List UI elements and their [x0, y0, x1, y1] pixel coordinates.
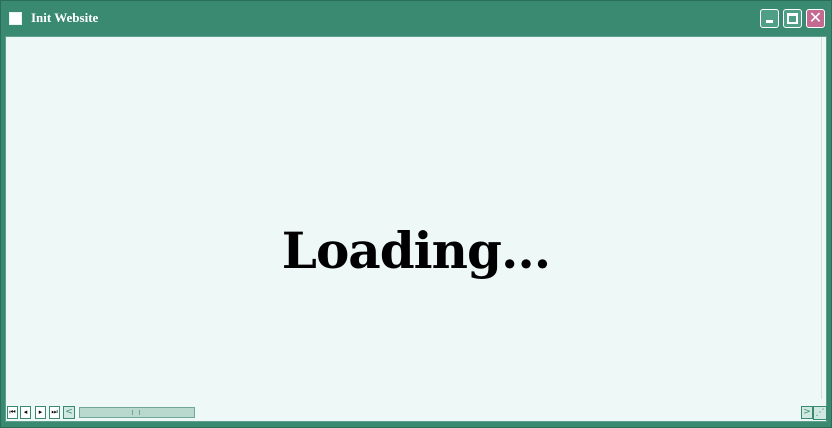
title-bar[interactable]: Init Website ✕ [1, 1, 831, 34]
horizontal-scroll-thumb[interactable] [79, 407, 195, 418]
navigation-bar: ⏮ ◂ ▸ ⏭ < > ⋰ [5, 404, 827, 422]
loading-message: Loading... [281, 221, 551, 280]
previous-record-button[interactable]: ◂ [20, 406, 31, 419]
vertical-scrollbar[interactable] [821, 37, 826, 399]
resize-grip-icon[interactable]: ⋰ [813, 406, 827, 420]
horizontal-scrollbar[interactable] [75, 406, 805, 419]
scroll-right-button[interactable]: > [801, 406, 813, 419]
app-window: Init Website ✕ Loading... ⏮ ◂ ▸ ⏭ < > ⋰ [0, 0, 832, 428]
next-record-button[interactable]: ▸ [35, 406, 46, 419]
last-record-button[interactable]: ⏭ [49, 406, 60, 419]
first-record-button[interactable]: ⏮ [7, 406, 18, 419]
minimize-icon [766, 20, 773, 23]
close-button[interactable]: ✕ [806, 8, 825, 28]
grip-icon [132, 410, 140, 415]
content-area: Loading... [5, 36, 827, 422]
window-title: Init Website [31, 10, 99, 25]
maximize-icon [787, 13, 798, 24]
minimize-button[interactable] [760, 9, 779, 28]
maximize-button[interactable] [783, 9, 802, 28]
scroll-left-button[interactable]: < [63, 406, 75, 419]
close-icon: ✕ [808, 8, 823, 27]
app-icon [9, 12, 22, 25]
